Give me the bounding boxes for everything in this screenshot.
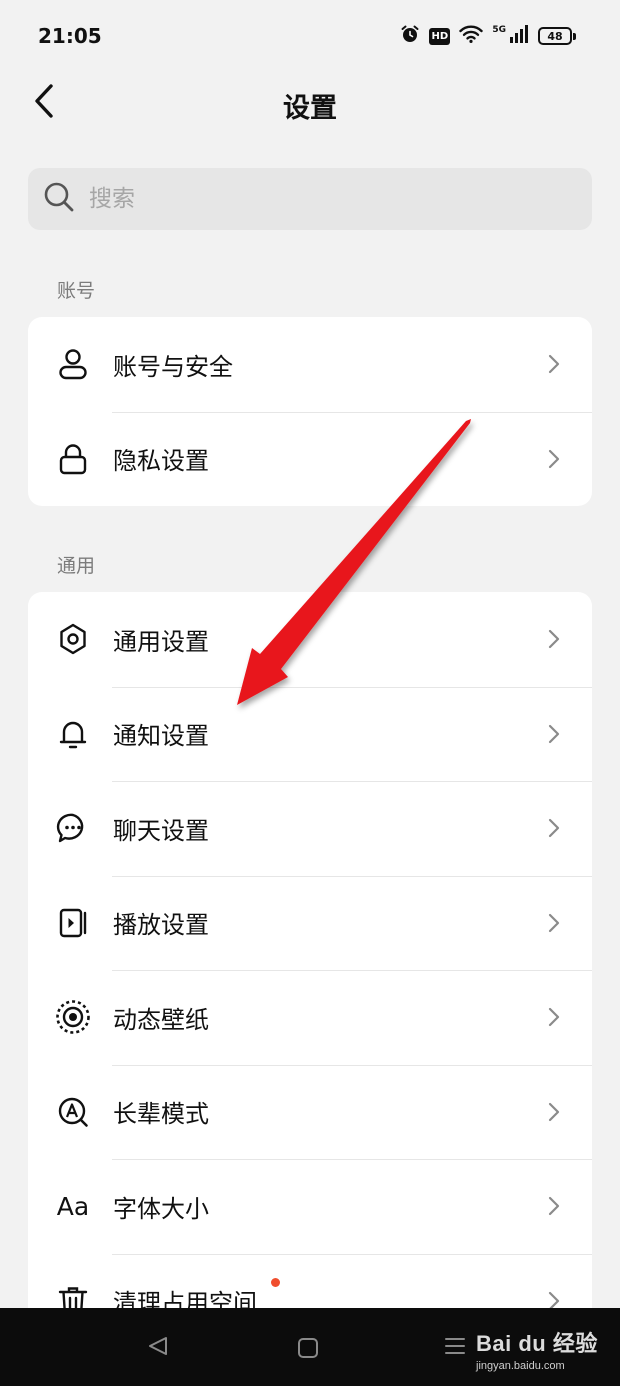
battery-level: 48 <box>538 27 572 45</box>
chevron-right-icon <box>546 627 562 651</box>
settings-row-elder-mode[interactable]: 长辈模式 <box>28 1064 592 1160</box>
font-size-icon: Aa <box>56 1191 90 1221</box>
wifi-icon <box>459 25 484 47</box>
chevron-right-icon <box>546 1289 562 1308</box>
chevron-right-icon <box>546 352 562 376</box>
gear-icon <box>54 620 92 658</box>
row-label: 清理占用空间 <box>113 1289 257 1308</box>
alarm-icon <box>400 24 420 48</box>
settings-row-account-security[interactable]: 账号与安全 <box>28 317 592 412</box>
settings-screen: 21:05 HD 5G 48 设置 搜索 账号 账号与安全 隐私设置 通用 通用… <box>0 0 620 1308</box>
lock-icon <box>54 440 92 478</box>
watermark-url: jingyan.baidu.com <box>476 1360 565 1372</box>
search-input[interactable] <box>89 186 529 212</box>
square-home-icon[interactable] <box>297 1337 319 1363</box>
trash-icon <box>54 1282 92 1308</box>
account-card: 账号与安全 隐私设置 <box>28 317 592 506</box>
wallpaper-icon <box>54 998 92 1036</box>
row-label: 播放设置 <box>113 911 209 940</box>
chat-bubble-icon <box>54 809 92 847</box>
triangle-back-icon[interactable] <box>147 1335 169 1361</box>
bell-icon <box>54 715 92 753</box>
settings-row-privacy[interactable]: 隐私设置 <box>28 411 592 507</box>
row-label: 长辈模式 <box>113 1100 209 1129</box>
section-label-general: 通用 <box>57 555 96 577</box>
section-label-account: 账号 <box>57 280 96 302</box>
row-label: 通用设置 <box>113 627 209 656</box>
system-nav-bar: Bai du 经验 jingyan.baidu.com <box>0 1308 620 1386</box>
elder-mode-icon <box>54 1093 92 1131</box>
chevron-right-icon <box>546 1194 562 1218</box>
row-label: 动态壁纸 <box>113 1005 209 1034</box>
settings-row-playback[interactable]: 播放设置 <box>28 875 592 971</box>
row-label: 通知设置 <box>113 722 209 751</box>
notification-dot <box>271 1277 280 1287</box>
settings-row-general[interactable]: 通用设置 <box>28 592 592 687</box>
settings-row-chat[interactable]: 聊天设置 <box>28 781 592 876</box>
chevron-right-icon <box>546 911 562 935</box>
user-icon <box>54 345 92 383</box>
settings-row-font-size[interactable]: Aa 字体大小 <box>28 1159 592 1254</box>
row-label: 账号与安全 <box>113 352 233 381</box>
settings-row-wallpaper[interactable]: 动态壁纸 <box>28 970 592 1065</box>
signal-icon <box>509 24 529 48</box>
chevron-right-icon <box>546 447 562 471</box>
general-card: 通用设置 通知设置 聊天设置 播放设置 动态壁纸 长辈模式 Aa 字体大小 清理… <box>28 592 592 1308</box>
row-label: 聊天设置 <box>113 816 209 845</box>
hd-icon: HD <box>429 27 451 45</box>
row-label: 隐私设置 <box>113 447 209 476</box>
page-title: 设置 <box>283 93 337 124</box>
search-bar[interactable] <box>28 168 592 230</box>
network-type: 5G <box>492 25 506 35</box>
chevron-right-icon <box>546 1100 562 1124</box>
chevron-right-icon <box>546 1005 562 1029</box>
settings-row-clear-storage[interactable]: 清理占用空间 <box>28 1253 592 1308</box>
menu-icon[interactable] <box>444 1335 466 1361</box>
status-bar: 21:05 HD 5G 48 <box>0 0 620 76</box>
watermark-brand: Bai du 经验 <box>476 1331 598 1356</box>
status-icons: HD 5G 48 <box>400 24 576 48</box>
chevron-right-icon <box>546 722 562 746</box>
status-time: 21:05 <box>38 24 102 48</box>
battery-icon: 48 <box>538 27 576 45</box>
settings-row-notifications[interactable]: 通知设置 <box>28 686 592 782</box>
play-screen-icon <box>54 904 92 942</box>
search-icon <box>43 181 75 217</box>
nav-bar: 设置 <box>0 76 620 130</box>
row-label: 字体大小 <box>113 1194 209 1223</box>
watermark: Bai du 经验 jingyan.baidu.com <box>476 1326 598 1372</box>
chevron-right-icon <box>546 816 562 840</box>
